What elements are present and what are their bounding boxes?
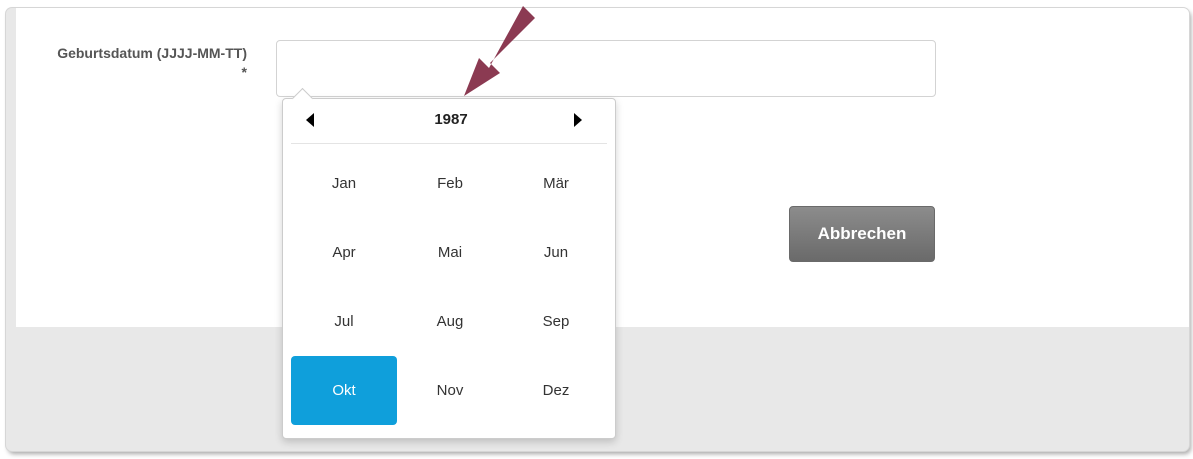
month-dec[interactable]: Dez <box>503 356 609 425</box>
month-picker-popup: 1987 Jan Feb Mär Apr Mai Jun Jul Aug Sep… <box>282 87 616 439</box>
month-oct[interactable]: Okt <box>291 356 397 425</box>
month-jul[interactable]: Jul <box>291 287 397 356</box>
month-jun[interactable]: Jun <box>503 218 609 287</box>
month-sep[interactable]: Sep <box>503 287 609 356</box>
picker-header: 1987 <box>291 99 607 144</box>
cancel-button[interactable]: Abbrechen <box>789 206 935 262</box>
triangle-left-icon <box>306 113 314 127</box>
month-nov[interactable]: Nov <box>397 356 503 425</box>
annotation-arrow-icon <box>464 6 535 96</box>
month-feb[interactable]: Feb <box>397 149 503 218</box>
prev-year-button[interactable] <box>299 109 321 131</box>
month-may[interactable]: Mai <box>397 218 503 287</box>
birthdate-label: Geburtsdatum (JJJJ-MM-TT) * <box>57 45 247 80</box>
month-grid: Jan Feb Mär Apr Mai Jun Jul Aug Sep Okt … <box>291 149 609 425</box>
month-jan[interactable]: Jan <box>291 149 397 218</box>
month-apr[interactable]: Apr <box>291 218 397 287</box>
year-switch[interactable]: 1987 <box>401 109 501 131</box>
month-aug[interactable]: Aug <box>397 287 503 356</box>
month-mar[interactable]: Mär <box>503 149 609 218</box>
triangle-right-icon <box>574 113 582 127</box>
birthdate-input[interactable] <box>276 40 936 97</box>
next-year-button[interactable] <box>567 109 589 131</box>
